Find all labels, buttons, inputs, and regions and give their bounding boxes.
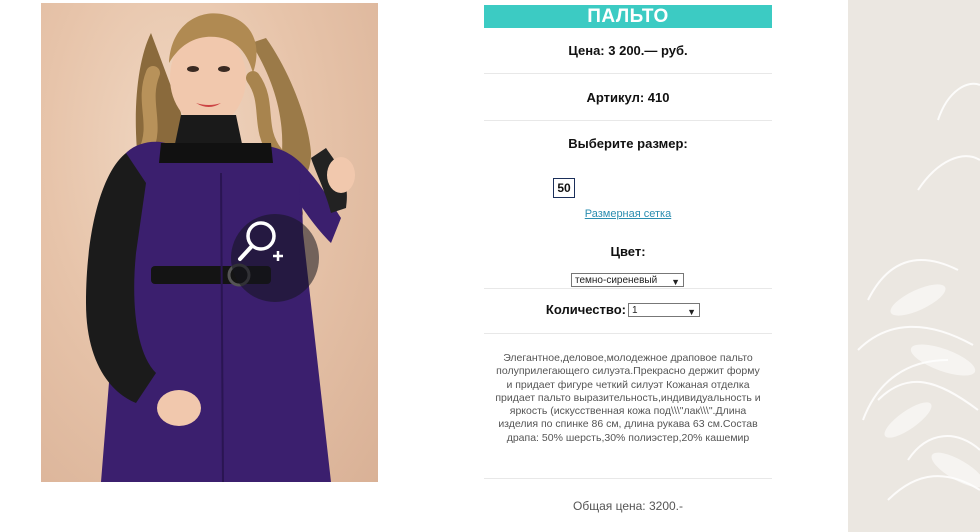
quantity-select-value: 1 xyxy=(632,305,638,316)
size-label: Выберите размер: xyxy=(568,136,688,151)
divider xyxy=(484,120,772,121)
price-text: Цена: 3 200.— руб. xyxy=(568,43,688,58)
product-title: ПАЛЬТО xyxy=(484,5,772,28)
chevron-down-icon: ▼ xyxy=(671,277,680,287)
magnify-plus-icon xyxy=(238,221,283,261)
divider xyxy=(484,73,772,74)
decorative-floral-panel xyxy=(848,0,980,532)
total-price: Общая цена: 3200.- xyxy=(573,499,683,513)
divider xyxy=(484,333,772,334)
color-select-value: темно-сиреневый xyxy=(575,275,658,286)
floral-pattern-icon xyxy=(857,82,980,501)
quantity-select[interactable]: 1 ▼ xyxy=(628,303,700,317)
product-photo[interactable] xyxy=(41,3,378,482)
color-label: Цвет: xyxy=(610,244,646,259)
zoom-button[interactable] xyxy=(231,214,319,302)
quantity-label: Количество: xyxy=(545,302,626,317)
divider xyxy=(484,478,772,479)
divider xyxy=(484,288,772,289)
article-text: Артикул: 410 xyxy=(586,90,670,105)
model-illustration xyxy=(86,13,355,482)
chevron-down-icon: ▼ xyxy=(687,307,696,317)
size-option-50[interactable]: 50 xyxy=(553,178,575,198)
product-description: Элегантное,деловое,молодежное драповое п… xyxy=(495,352,761,444)
color-select[interactable]: темно-сиреневый ▼ xyxy=(571,273,684,287)
size-chart-link[interactable]: Размерная сетка xyxy=(484,208,772,220)
